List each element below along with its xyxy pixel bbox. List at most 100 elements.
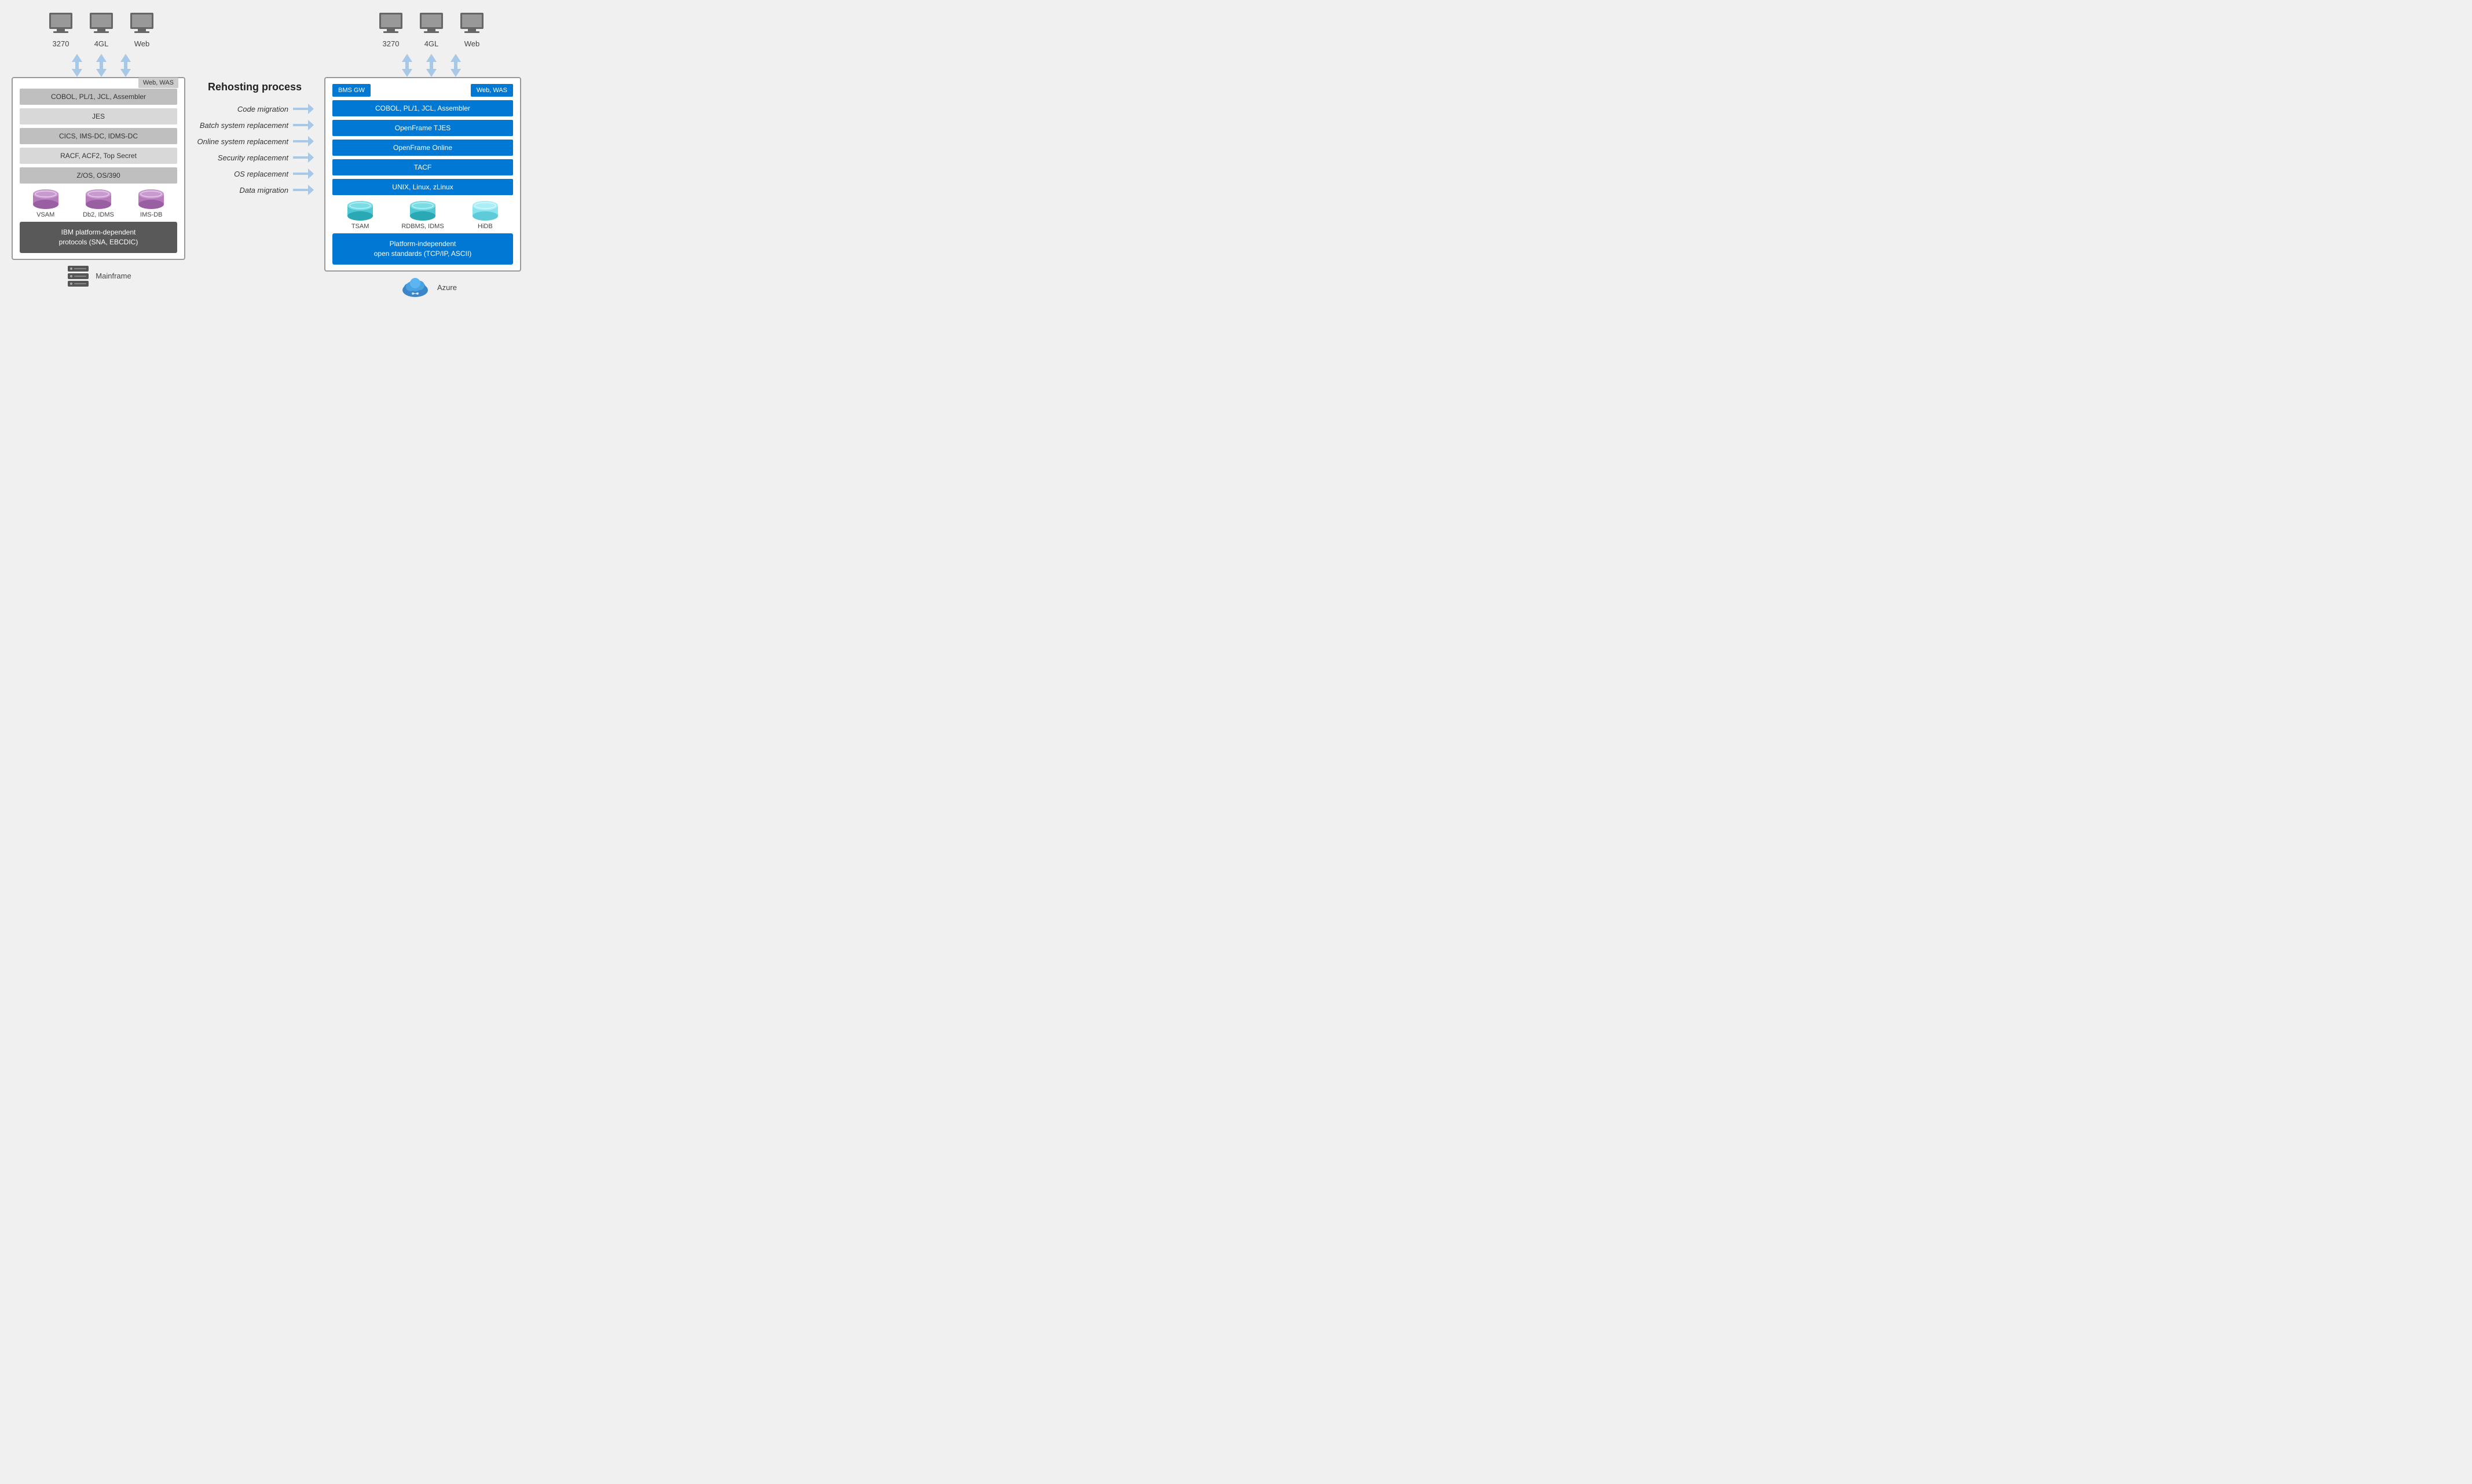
db-rdbms-idms: RDBMS, IDMS <box>401 201 444 230</box>
cylinder-imsdb <box>137 189 166 209</box>
cylinder-hidb <box>471 201 500 221</box>
terminal-4gl-right: 4GL <box>417 12 446 48</box>
mainframe-footer: Mainframe <box>65 266 131 287</box>
terminal-label-4gl-left: 4GL <box>94 39 109 48</box>
layer-tacf: TACF <box>332 159 513 175</box>
layer-racf-left: RACF, ACF2, Top Secret <box>20 148 177 164</box>
monitor-icon-web-right <box>457 12 486 37</box>
terminal-label-web-left: Web <box>134 39 150 48</box>
db-label-hidb: HiDB <box>478 223 493 230</box>
terminal-4gl-left: 4GL <box>87 12 116 48</box>
db-tsam: TSAM <box>346 201 375 230</box>
step-label-online-replacement: Online system replacement <box>197 137 288 146</box>
db-label-rdbms-idms: RDBMS, IDMS <box>401 223 444 230</box>
step-data-migration: Data migration <box>196 185 314 195</box>
terminal-web-left: Web <box>127 12 156 48</box>
db-row-right: TSAM RDBMS, IDMS <box>332 201 513 230</box>
terminal-web-right: Web <box>457 12 486 48</box>
left-terminal-icons: 3270 4GL Web <box>41 12 156 48</box>
server-dot <box>70 268 72 270</box>
monitor-icon-web-left <box>127 12 156 37</box>
cylinder-db2-idms <box>84 189 113 209</box>
terminal-label-3270-left: 3270 <box>53 39 69 48</box>
step-label-os-replacement: OS replacement <box>234 170 288 178</box>
arrow-updown-4gl-right <box>425 54 438 77</box>
rehosting-title: Rehosting process <box>208 81 302 93</box>
arrow-batch-replacement <box>293 120 314 130</box>
step-code-migration: Code migration <box>196 104 314 114</box>
main-container: 3270 4GL Web <box>12 12 606 298</box>
azure-cloud-icon <box>400 277 430 298</box>
terminal-label-3270-right: 3270 <box>383 39 400 48</box>
layer-unix-linux: UNIX, Linux, zLinux <box>332 179 513 195</box>
cylinder-rdbms-idms <box>408 201 437 221</box>
server-line <box>74 268 86 269</box>
mainframe-label: Mainframe <box>96 272 131 280</box>
terminal-label-4gl-right: 4GL <box>424 39 439 48</box>
web-was-badge-left: Web, WAS <box>138 78 178 88</box>
layer-zos-left: Z/OS, OS/390 <box>20 167 177 184</box>
monitor-icon-3270-left <box>46 12 75 37</box>
platform-open: Platform-independent open standards (TCP… <box>332 233 513 265</box>
mainframe-box: Web, WAS COBOL, PL/1, JCL, Assembler JES… <box>12 77 185 260</box>
db-row-left: VSAM Db2, IDMS <box>20 189 177 218</box>
db-label-tsam: TSAM <box>351 223 369 230</box>
web-was-badge-right: Web, WAS <box>471 84 513 97</box>
server-row-3 <box>68 281 89 287</box>
arrow-updown-3270 <box>71 54 83 77</box>
azure-label: Azure <box>437 283 457 292</box>
step-os-replacement: OS replacement <box>196 168 314 179</box>
monitor-icon-4gl-right <box>417 12 446 37</box>
layer-openframe-tjes: OpenFrame TJES <box>332 120 513 136</box>
db-label-vsam: VSAM <box>36 211 54 218</box>
middle-section: Rehosting process Code migration Batch s… <box>185 12 324 201</box>
step-batch-replacement: Batch system replacement <box>196 120 314 130</box>
server-dot <box>70 275 72 277</box>
server-row-2 <box>68 273 89 279</box>
layer-cics-left: CICS, IMS-DC, IDMS-DC <box>20 128 177 144</box>
db-vsam: VSAM <box>31 189 60 218</box>
left-section: 3270 4GL Web <box>12 12 185 287</box>
server-row-1 <box>68 266 89 272</box>
arrow-updown-3270-right <box>401 54 413 77</box>
server-dot <box>70 283 72 285</box>
arrow-os-replacement <box>293 168 314 179</box>
bms-gw-badge: BMS GW <box>332 84 371 97</box>
arrow-updown-web-left <box>119 54 132 77</box>
layer-jes-left: JES <box>20 108 177 124</box>
monitor-icon-3270-right <box>376 12 405 37</box>
cylinder-tsam <box>346 201 375 221</box>
arrow-online-replacement <box>293 136 314 146</box>
right-section: 3270 4GL Web <box>324 12 521 298</box>
terminal-label-web-right: Web <box>464 39 480 48</box>
layer-cobol-right: COBOL, PL/1, JCL, Assembler <box>332 100 513 116</box>
layer-cobol-left: COBOL, PL/1, JCL, Assembler <box>20 89 177 105</box>
step-online-replacement: Online system replacement <box>196 136 314 146</box>
terminal-3270-right: 3270 <box>376 12 405 48</box>
arrow-code-migration <box>293 104 314 114</box>
monitor-icon-4gl-left <box>87 12 116 37</box>
server-line <box>74 283 86 284</box>
step-security-replacement: Security replacement <box>196 152 314 163</box>
step-label-batch-replacement: Batch system replacement <box>200 121 288 130</box>
mainframe-server-icon <box>68 266 89 287</box>
db-hidb: HiDB <box>471 201 500 230</box>
db-db2-idms: Db2, IDMS <box>83 189 114 218</box>
top-row-right: BMS GW Web, WAS <box>332 84 513 97</box>
arrow-updown-4gl <box>95 54 108 77</box>
right-terminal-icons: 3270 4GL Web <box>359 12 486 48</box>
left-arrows <box>65 54 132 77</box>
right-arrows <box>383 54 462 77</box>
terminal-3270-left: 3270 <box>46 12 75 48</box>
cylinder-vsam <box>31 189 60 209</box>
azure-footer: Azure <box>389 277 457 298</box>
ibm-protocols: IBM platform-dependent protocols (SNA, E… <box>20 222 177 253</box>
step-label-data-migration: Data migration <box>239 186 288 195</box>
step-label-code-migration: Code migration <box>237 105 288 113</box>
db-label-imsdb: IMS-DB <box>140 211 163 218</box>
db-label-db2-idms: Db2, IDMS <box>83 211 114 218</box>
server-line <box>74 276 86 277</box>
azure-box: BMS GW Web, WAS COBOL, PL/1, JCL, Assemb… <box>324 77 521 272</box>
step-label-security-replacement: Security replacement <box>218 153 288 162</box>
arrow-updown-web-right <box>449 54 462 77</box>
